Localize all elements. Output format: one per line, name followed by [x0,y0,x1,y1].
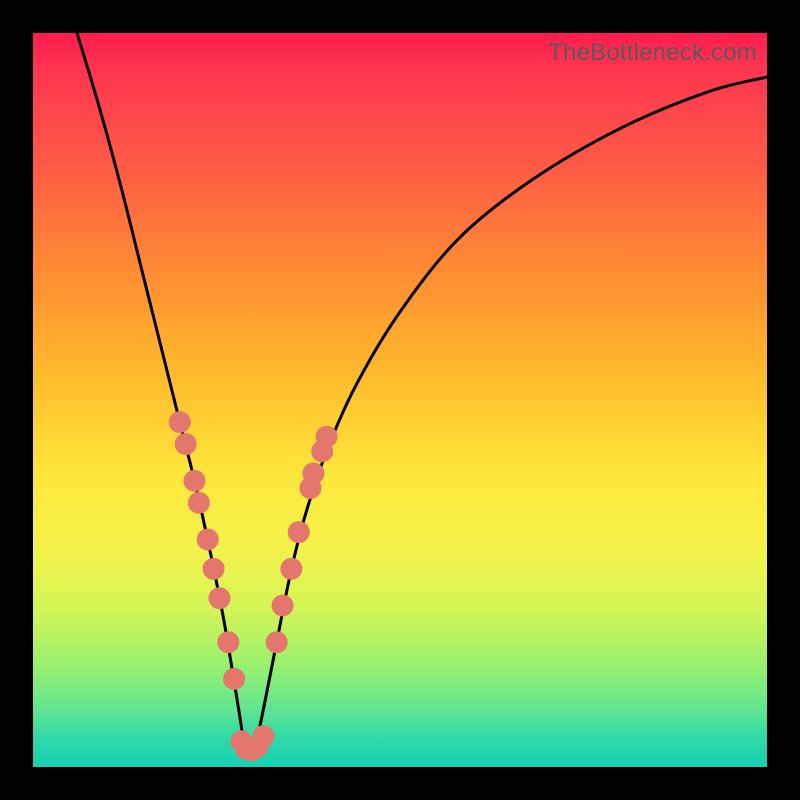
data-marker [266,631,288,653]
data-marker [203,558,225,580]
chart-stage: TheBottleneck.com [0,0,800,800]
data-marker [288,521,310,543]
data-marker [208,587,230,609]
data-marker [197,528,219,550]
data-marker [188,492,210,514]
plot-area: TheBottleneck.com [33,33,767,767]
data-marker [175,433,197,455]
curve-svg [33,33,767,767]
data-marker [183,470,205,492]
data-marker [169,411,191,433]
data-marker [272,595,294,617]
data-marker [302,462,324,484]
data-marker [217,631,239,653]
curve-markers [169,411,338,761]
data-marker [252,725,274,747]
data-marker [316,426,338,448]
data-marker [280,558,302,580]
bottleneck-curve [77,33,767,757]
data-marker [223,668,245,690]
